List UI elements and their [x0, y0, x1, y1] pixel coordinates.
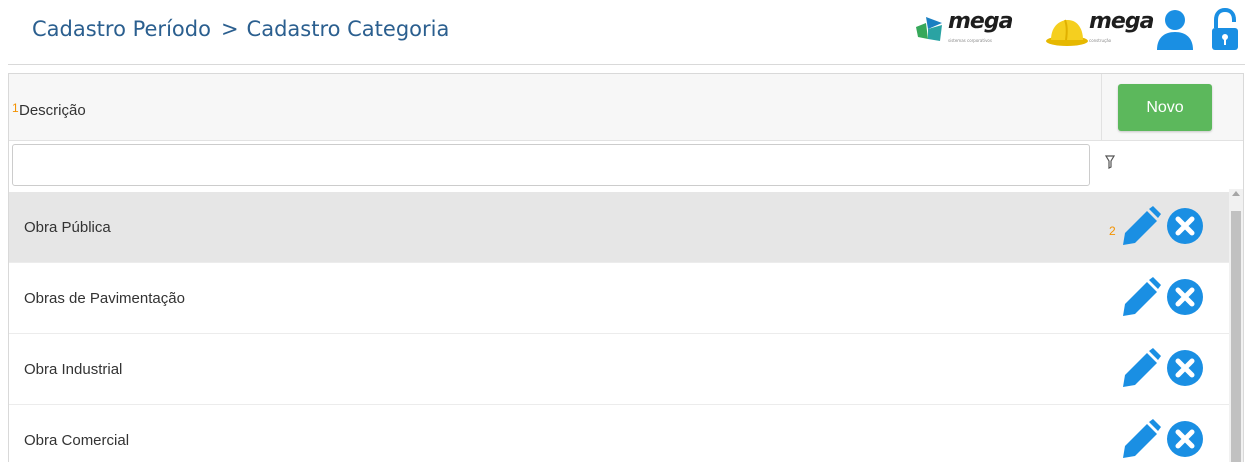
- table-row[interactable]: Obra Comercial: [9, 405, 1229, 462]
- pencil-icon[interactable]: [1119, 276, 1161, 318]
- mega-logo-icon: [916, 17, 942, 41]
- delete-icon[interactable]: [1166, 349, 1204, 387]
- delete-icon[interactable]: [1166, 207, 1204, 245]
- mega-logo-subtitle: sistemas corporativos: [948, 37, 992, 43]
- pencil-icon[interactable]: [1119, 418, 1161, 460]
- delete-icon[interactable]: [1166, 420, 1204, 458]
- table-row[interactable]: Obras de Pavimentação: [9, 263, 1229, 334]
- breadcrumb-separator: >: [220, 17, 239, 41]
- filter-icon[interactable]: [1105, 155, 1115, 169]
- row-description: Obra Comercial: [24, 432, 130, 449]
- delete-icon[interactable]: [1166, 278, 1204, 316]
- mega-logo-text: mega: [948, 8, 1013, 34]
- pencil-icon[interactable]: [1119, 205, 1161, 247]
- breadcrumb-current-cadastro-categoria: Cadastro Categoria: [246, 17, 450, 41]
- table-row[interactable]: Obra Pública 2: [9, 192, 1229, 263]
- breadcrumb-link-cadastro-periodo[interactable]: Cadastro Período: [32, 17, 211, 41]
- vertical-scrollbar[interactable]: [1229, 189, 1243, 462]
- mega-construcao-logo-text: mega: [1089, 8, 1154, 34]
- mega-construcao-logo-subtitle: construção: [1089, 37, 1112, 43]
- column-order-marker: 1: [12, 101, 19, 115]
- row-description: Obra Pública: [24, 219, 111, 236]
- construction-helmet-icon: [1046, 19, 1088, 46]
- table-row[interactable]: Obra Industrial: [9, 334, 1229, 405]
- scrollbar-thumb[interactable]: [1231, 211, 1241, 462]
- scroll-up-arrow-icon[interactable]: [1232, 191, 1240, 196]
- pencil-icon[interactable]: [1119, 347, 1161, 389]
- user-icon[interactable]: [1155, 8, 1195, 52]
- row-description: Obra Industrial: [24, 361, 123, 378]
- mega-logo[interactable]: mega sistemas corporativos: [912, 10, 1013, 48]
- breadcrumb: Cadastro Período > Cadastro Categoria: [32, 17, 449, 41]
- table-header-row: 1 Descrição Novo: [9, 74, 1243, 141]
- table-body: Obra Pública 2 Obras de Pavimentação Obr…: [9, 192, 1229, 462]
- row-order-marker: 2: [1109, 224, 1116, 238]
- mega-construcao-logo[interactable]: mega construção: [1045, 10, 1154, 48]
- new-button[interactable]: Novo: [1118, 84, 1212, 131]
- header-divider: [8, 64, 1245, 65]
- column-header-descricao[interactable]: 1 Descrição: [9, 74, 1102, 140]
- description-filter-input[interactable]: [12, 144, 1090, 186]
- column-header-label: Descrição: [19, 102, 86, 119]
- row-description: Obras de Pavimentação: [24, 290, 185, 307]
- lock-icon[interactable]: [1210, 8, 1240, 52]
- category-table: 1 Descrição Novo Obra Pública 2 Obras de…: [8, 73, 1244, 462]
